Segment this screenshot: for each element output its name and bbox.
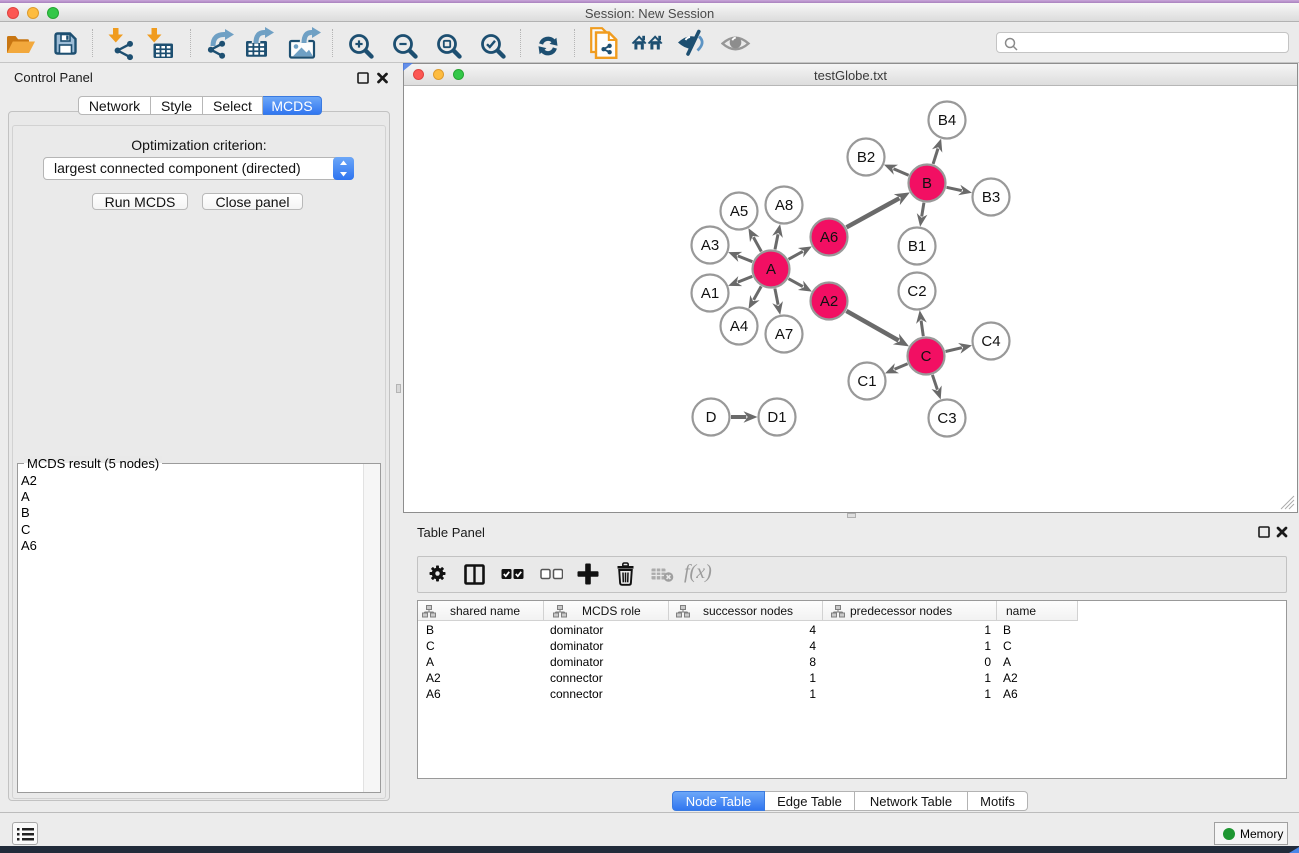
svg-text:C3: C3 <box>937 410 956 427</box>
svg-text:A1: A1 <box>701 285 719 302</box>
svg-text:B: B <box>922 175 932 192</box>
svg-text:C1: C1 <box>857 373 876 390</box>
svg-text:A3: A3 <box>701 237 719 254</box>
svg-text:B2: B2 <box>857 149 875 166</box>
svg-text:B1: B1 <box>908 238 926 255</box>
svg-text:A2: A2 <box>820 293 838 310</box>
svg-text:A8: A8 <box>775 197 793 214</box>
svg-text:A6: A6 <box>820 229 838 246</box>
svg-text:B4: B4 <box>938 112 956 129</box>
svg-text:C: C <box>921 348 932 365</box>
svg-text:D: D <box>706 409 717 426</box>
svg-text:A7: A7 <box>775 326 793 343</box>
svg-text:A4: A4 <box>730 318 748 335</box>
svg-text:C2: C2 <box>907 283 926 300</box>
svg-text:C4: C4 <box>981 333 1000 350</box>
svg-text:B3: B3 <box>982 189 1000 206</box>
svg-text:A5: A5 <box>730 203 748 220</box>
svg-text:A: A <box>766 261 776 278</box>
svg-text:D1: D1 <box>767 409 786 426</box>
